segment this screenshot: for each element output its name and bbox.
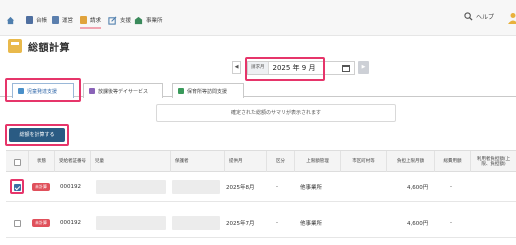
after-school-icon <box>89 88 95 94</box>
nav-operation[interactable]: 運営 <box>52 14 73 26</box>
total-cost-cell: - <box>450 184 452 190</box>
nav-office[interactable]: 事業所 <box>134 14 163 26</box>
col-municipality: 市区町村等 <box>340 151 386 173</box>
recipient-number-cell: 000192 <box>60 220 81 226</box>
nav-home[interactable] <box>6 14 15 26</box>
col-recipient-number: 受給者証番号 <box>54 151 90 173</box>
child-name-cell <box>96 180 166 194</box>
category-cell: - <box>276 220 278 226</box>
month-cell: 2025年8月 <box>226 185 255 191</box>
col-monthly-cap: 負担上限月額 <box>386 151 434 173</box>
help-link[interactable]: ヘルプ <box>464 12 494 21</box>
next-month-button[interactable]: ▶ <box>358 61 369 74</box>
office-icon <box>134 16 143 24</box>
col-child: 児童 <box>90 151 170 173</box>
col-limit-management: 上限額管理 <box>294 151 340 173</box>
prev-month-button[interactable]: ◀ <box>232 61 241 74</box>
col-guardian: 保護者 <box>170 151 224 173</box>
checkbox-highlight <box>10 179 24 194</box>
user-icon[interactable] <box>508 12 516 24</box>
limit-management-cell: 他事業所 <box>300 185 323 191</box>
top-navigation: 台帳 運営 請求 支援 事業所 ヘルプ <box>0 0 516 36</box>
nav-billing[interactable]: 請求 <box>80 14 102 29</box>
row-checkbox[interactable] <box>14 219 21 227</box>
monthly-cap-cell: 4,600円 <box>407 185 429 191</box>
guardian-name-cell <box>172 216 220 230</box>
category-cell: - <box>276 184 278 190</box>
operation-icon <box>52 16 59 24</box>
table-header: 状態 受給者証番号 児童 保護者 提供月 区分 上限額管理 市区町村等 負担上限… <box>6 150 516 173</box>
calendar-icon[interactable] <box>342 64 350 72</box>
recipient-number-cell: 000192 <box>60 184 81 190</box>
summary-notice: 確定された総額のサマリが表示されます <box>156 104 396 122</box>
status-cell: 未計算 <box>32 172 50 202</box>
guardian-name-cell <box>172 180 220 194</box>
col-month: 提供月 <box>224 151 266 173</box>
limit-management-cell: 他事業所 <box>300 221 323 227</box>
child-name-cell <box>96 216 166 230</box>
status-cell: 未計算 <box>32 208 50 238</box>
tab-after-school-day-service[interactable]: 放課後等デイサービス <box>83 83 163 98</box>
col-user-burden: 利用者負担額(上限、負担額) <box>470 151 516 173</box>
ledger-icon <box>26 16 33 24</box>
calculator-icon <box>8 39 22 53</box>
table-row[interactable]: 未計算 000192 2025年8月 - 他事業所 4,600円 - <box>6 172 516 202</box>
status-badge: 未計算 <box>32 219 50 227</box>
page-title: 総額計算 <box>28 42 70 54</box>
tab-nursery-visit-support[interactable]: 保育所等訪問支援 <box>172 83 244 98</box>
monthly-cap-cell: 4,600円 <box>407 221 429 227</box>
month-highlight <box>245 57 325 81</box>
select-all-header[interactable] <box>6 151 28 173</box>
table-row[interactable]: 未計算 000192 2025年7月 - 他事業所 4,600円 - <box>6 208 516 238</box>
col-status: 状態 <box>28 151 54 173</box>
home-icon <box>6 16 15 24</box>
nav-support[interactable]: 支援 <box>108 14 131 26</box>
tab-highlight <box>5 78 81 102</box>
month-cell: 2025年7月 <box>226 221 255 227</box>
col-category: 区分 <box>266 151 294 173</box>
col-total-cost: 総費用額 <box>434 151 470 173</box>
search-icon <box>464 12 473 21</box>
select-all-checkbox[interactable] <box>13 158 21 166</box>
nursery-visit-icon <box>178 88 184 94</box>
total-cost-cell: - <box>450 220 452 226</box>
support-icon <box>108 16 117 25</box>
page-header: 総額計算 <box>8 38 70 54</box>
calculate-button-highlight <box>5 124 69 146</box>
status-badge: 未計算 <box>32 183 50 191</box>
nav-ledger[interactable]: 台帳 <box>26 14 47 26</box>
row-checkbox-cell[interactable] <box>14 208 21 238</box>
billing-icon <box>80 15 87 24</box>
